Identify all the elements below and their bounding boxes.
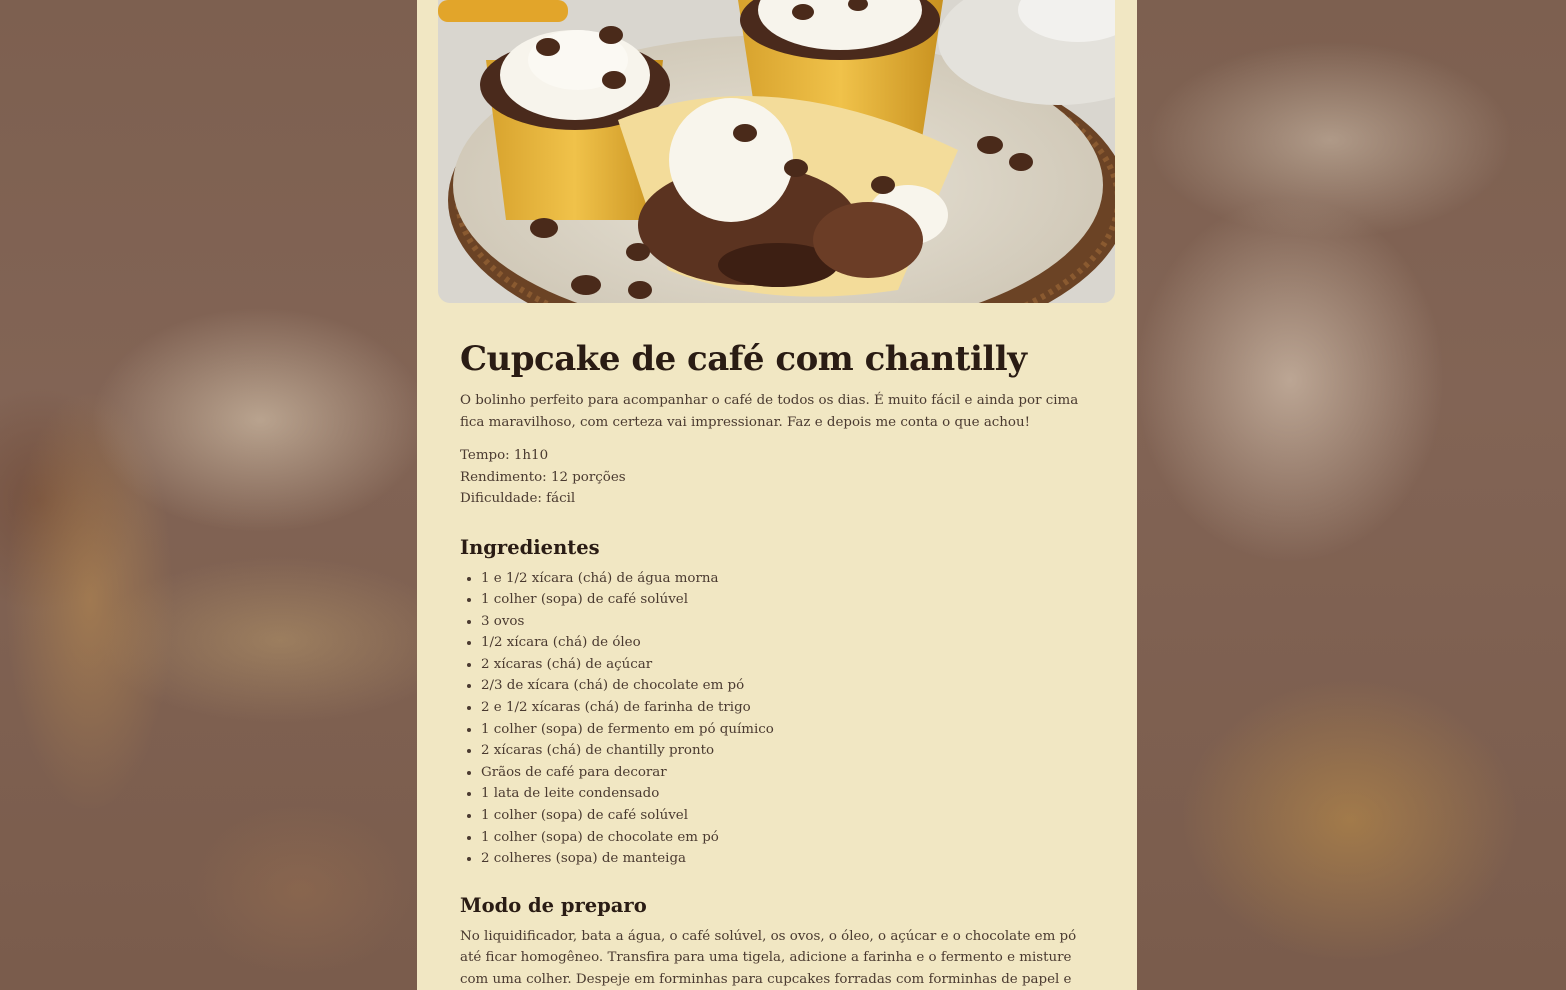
list-item: 1/2 xícara (chá) de óleo [481,632,1094,654]
list-item: 1 e 1/2 xícara (chá) de água morna [481,568,1094,590]
recipe-content: Cupcake de café com chantilly O bolinho … [460,336,1094,990]
list-item: 2 xícaras (chá) de açúcar [481,654,1094,676]
list-item: 2 xícaras (chá) de chantilly pronto [481,740,1094,762]
list-item: 2/3 de xícara (chá) de chocolate em pó [481,675,1094,697]
list-item: 1 lata de leite condensado [481,783,1094,805]
recipe-yield: Rendimento: 12 porções [460,469,626,485]
recipe-photo [438,0,1115,303]
list-item: 2 e 1/2 xícaras (chá) de farinha de trig… [481,697,1094,719]
list-item: 1 colher (sopa) de chocolate em pó [481,827,1094,849]
ingredients-heading: Ingredientes [460,535,600,559]
ingredients-list: 1 e 1/2 xícara (chá) de água morna 1 col… [460,568,1094,870]
preparation-text: No liquidificador, bata a água, o café s… [460,928,1077,987]
list-item: Grãos de café para decorar [481,762,1094,784]
recipe-intro: O bolinho perfeito para acompanhar o caf… [460,393,1079,430]
recipe-meta: Tempo: 1h10 Rendimento: 12 porções Dific… [460,445,1094,510]
list-item: 1 colher (sopa) de café solúvel [481,589,1094,611]
list-item: 1 colher (sopa) de café solúvel [481,805,1094,827]
recipe-difficulty: Dificuldade: fácil [460,491,576,506]
recipe-title: Cupcake de café com chantilly [460,339,1027,379]
list-item: 3 ovos [481,611,1094,633]
list-item: 2 colheres (sopa) de manteiga [481,848,1094,870]
preparation-heading: Modo de preparo [460,893,647,917]
recipe-time: Tempo: 1h10 [460,448,549,463]
recipe-card: Cupcake de café com chantilly O bolinho … [417,0,1137,990]
list-item: 1 colher (sopa) de fermento em pó químic… [481,719,1094,741]
